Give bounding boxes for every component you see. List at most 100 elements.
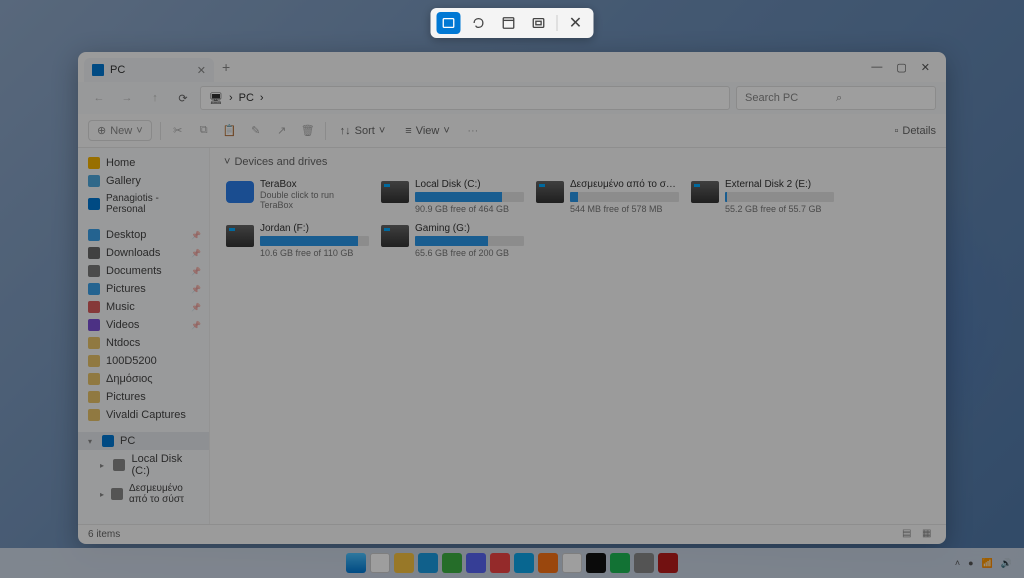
system-tray[interactable]: ˄ ● 📶 🔊 xyxy=(955,558,1024,569)
file-explorer-taskbar-icon[interactable] xyxy=(394,553,414,573)
sidebar-item-local-disk[interactable]: ▸Local Disk (C:) xyxy=(78,450,209,480)
spotify-icon[interactable] xyxy=(610,553,630,573)
chevron-right-icon: ▸ xyxy=(100,461,107,470)
drive-icon xyxy=(111,488,123,500)
rename-icon[interactable]: ✎ xyxy=(247,122,265,140)
tiles-view-icon[interactable]: ▦ xyxy=(922,528,936,542)
folder-icon xyxy=(88,391,100,403)
breadcrumb-bar[interactable]: 🖥 › PC › xyxy=(200,86,730,110)
pictures-icon xyxy=(88,283,100,295)
new-button[interactable]: ⊕ New ˅ xyxy=(88,120,152,141)
edge-icon[interactable] xyxy=(418,553,438,573)
delete-icon[interactable]: 🗑 xyxy=(299,122,317,140)
sidebar-item-pc[interactable]: ▾PC xyxy=(78,432,209,450)
settings-icon[interactable] xyxy=(634,553,654,573)
sidebar-item-dimosias[interactable]: Δημόσιος xyxy=(78,370,209,388)
drive-capacity-bar xyxy=(415,236,524,246)
forward-button[interactable]: → xyxy=(116,87,138,109)
taskbar-center xyxy=(346,553,678,573)
pc-breadcrumb-icon: 🖥 xyxy=(209,92,223,105)
snip-rectangle-button[interactable] xyxy=(437,12,461,34)
snip-fullscreen-button[interactable] xyxy=(527,12,551,34)
drive-icon xyxy=(536,181,564,203)
sidebar-item-pictures2[interactable]: Pictures xyxy=(78,388,209,406)
search-button[interactable] xyxy=(370,553,390,573)
gallery-icon xyxy=(88,175,100,187)
sidebar-item-documents[interactable]: Documents xyxy=(78,262,209,280)
snip-close-button[interactable]: ✕ xyxy=(564,12,588,34)
back-button[interactable]: ← xyxy=(88,87,110,109)
drive-free-text: 544 MB free of 578 MB xyxy=(570,204,679,214)
network-icon[interactable]: 📶 xyxy=(982,558,993,569)
search-input[interactable]: Search PC ⌕ xyxy=(736,86,936,110)
share-icon[interactable]: ↗ xyxy=(273,122,291,140)
view-button[interactable]: ≡ View ˅ xyxy=(399,123,456,139)
sort-button[interactable]: ↑↓ Sort ˅ xyxy=(334,123,392,139)
tab-close-icon[interactable]: ✕ xyxy=(197,64,206,77)
sidebar-item-onedrive[interactable]: Panagiotis - Personal xyxy=(78,190,209,218)
volume-icon[interactable]: 🔊 xyxy=(1001,558,1012,569)
sidebar-item-gallery[interactable]: Gallery xyxy=(78,172,209,190)
separator xyxy=(557,15,558,31)
drive-name: Local Disk (C:) xyxy=(415,179,524,190)
app-icon[interactable] xyxy=(658,553,678,573)
chevron-down-icon: ▾ xyxy=(88,437,96,446)
details-button[interactable]: ▫ Details xyxy=(894,125,936,137)
drive-item[interactable]: Jordan (F:)10.6 GB free of 110 GB xyxy=(220,220,375,260)
app-icon[interactable] xyxy=(514,553,534,573)
drive-free-text: 65.6 GB free of 200 GB xyxy=(415,248,524,258)
separator xyxy=(325,122,326,140)
address-bar-row: ← → ↑ ⟳ 🖥 › PC › Search PC ⌕ xyxy=(78,82,946,114)
sidebar-item-100d5200[interactable]: 100D5200 xyxy=(78,352,209,370)
sidebar-item-videos[interactable]: Videos xyxy=(78,316,209,334)
drive-name: External Disk 2 (E:) xyxy=(725,179,834,190)
up-button[interactable]: ↑ xyxy=(144,87,166,109)
details-view-icon[interactable]: ▤ xyxy=(902,528,916,542)
cloud-icon xyxy=(88,198,100,210)
content-pane: ˅Devices and drives TeraBoxDouble click … xyxy=(210,148,946,524)
discord-icon[interactable] xyxy=(466,553,486,573)
sidebar-item-desktop[interactable]: Desktop xyxy=(78,226,209,244)
sidebar-item-music[interactable]: Music xyxy=(78,298,209,316)
chevron-up-icon[interactable]: ˄ xyxy=(955,558,960,568)
group-header-devices[interactable]: ˅Devices and drives xyxy=(210,148,946,174)
snip-freeform-button[interactable] xyxy=(467,12,491,34)
drive-icon xyxy=(226,225,254,247)
drive-item[interactable]: External Disk 2 (E:)55.2 GB free of 55.7… xyxy=(685,176,840,216)
drive-item[interactable]: TeraBoxDouble click to run TeraBox xyxy=(220,176,375,216)
drive-capacity-bar xyxy=(725,192,834,202)
drive-free-text: 90.9 GB free of 464 GB xyxy=(415,204,524,214)
drive-item[interactable]: Gaming (G:)65.6 GB free of 200 GB xyxy=(375,220,530,260)
copy-icon[interactable]: ⧉ xyxy=(195,122,213,140)
notion-icon[interactable] xyxy=(586,553,606,573)
sidebar-item-reserved[interactable]: ▸Δεσμευμένο από το σύστ xyxy=(78,480,209,508)
app-icon[interactable] xyxy=(538,553,558,573)
snip-window-button[interactable] xyxy=(497,12,521,34)
maximize-button[interactable]: ▢ xyxy=(896,61,906,74)
drive-item[interactable]: Δεσμευμένο από το σύστημα (D:)544 MB fre… xyxy=(530,176,685,216)
minimize-button[interactable]: — xyxy=(871,61,882,74)
start-button[interactable] xyxy=(346,553,366,573)
app-icon[interactable] xyxy=(442,553,462,573)
tray-icon[interactable]: ● xyxy=(968,558,973,568)
breadcrumb-pc[interactable]: PC xyxy=(239,92,254,104)
sidebar-item-pictures[interactable]: Pictures xyxy=(78,280,209,298)
sidebar-item-home[interactable]: Home xyxy=(78,154,209,172)
nav-sidebar: Home Gallery Panagiotis - Personal Deskt… xyxy=(78,148,210,524)
drive-icon xyxy=(691,181,719,203)
close-button[interactable]: ✕ xyxy=(921,61,930,74)
sidebar-item-ntdocs[interactable]: Ntdocs xyxy=(78,334,209,352)
vivaldi-icon[interactable] xyxy=(490,553,510,573)
cut-icon[interactable]: ✂ xyxy=(169,122,187,140)
tab-pc[interactable]: PC ✕ xyxy=(84,58,214,82)
sidebar-item-vivaldi[interactable]: Vivaldi Captures xyxy=(78,406,209,424)
more-button[interactable]: ··· xyxy=(464,122,482,140)
new-tab-button[interactable]: + xyxy=(222,59,230,75)
app-icon[interactable] xyxy=(562,553,582,573)
sidebar-item-downloads[interactable]: Downloads xyxy=(78,244,209,262)
separator xyxy=(160,122,161,140)
paste-icon[interactable]: 📋 xyxy=(221,122,239,140)
refresh-button[interactable]: ⟳ xyxy=(172,87,194,109)
item-count: 6 items xyxy=(88,529,120,540)
drive-item[interactable]: Local Disk (C:) 90.9 GB free of 464 GB xyxy=(375,176,530,216)
